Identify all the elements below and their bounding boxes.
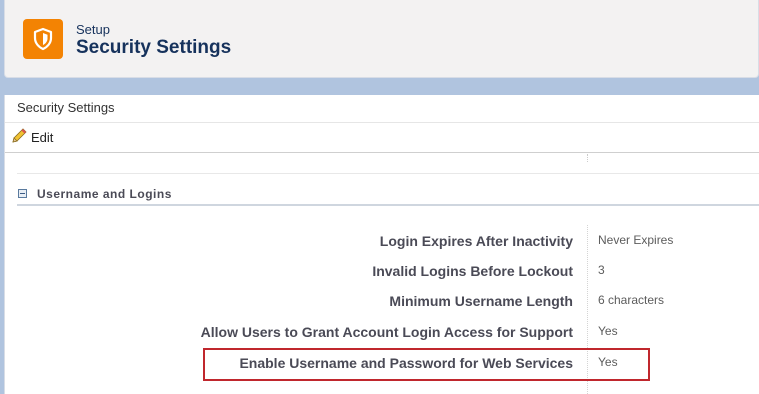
setting-row-invalid-logins: Invalid Logins Before Lockout 3 [5,259,759,283]
pencil-icon [11,127,29,147]
divider [5,152,759,153]
shield-icon [23,19,63,59]
setting-value: 3 [598,263,605,277]
section-title: Username and Logins [37,187,172,201]
setting-value: 6 characters [598,293,665,307]
divider [17,173,759,174]
setting-label: Login Expires After Inactivity [379,233,573,249]
divider [587,154,589,162]
setting-value: Never Expires [598,233,674,247]
setting-value: Yes [598,324,618,338]
collapse-icon[interactable] [18,189,27,198]
setting-label: Allow Users to Grant Account Login Acces… [200,324,573,340]
edit-button[interactable]: Edit [11,127,54,147]
setting-row-grant-login-access: Allow Users to Grant Account Login Acces… [5,320,759,344]
setting-row-login-expires: Login Expires After Inactivity Never Exp… [5,229,759,253]
section-header-username-logins[interactable]: Username and Logins [17,186,759,206]
edit-label: Edit [31,129,54,145]
highlight-box [203,348,650,381]
header-supertitle: Setup [76,22,110,37]
main-panel: Security Settings Edit Username and Logi… [4,95,759,394]
setting-label: Minimum Username Length [389,293,573,309]
page-header: Setup Security Settings [4,0,759,78]
page-title: Security Settings [17,100,115,115]
setting-row-min-username-length: Minimum Username Length 6 characters [5,289,759,313]
header-title: Security Settings [76,37,232,58]
setting-label: Invalid Logins Before Lockout [372,263,573,279]
divider [5,122,759,123]
